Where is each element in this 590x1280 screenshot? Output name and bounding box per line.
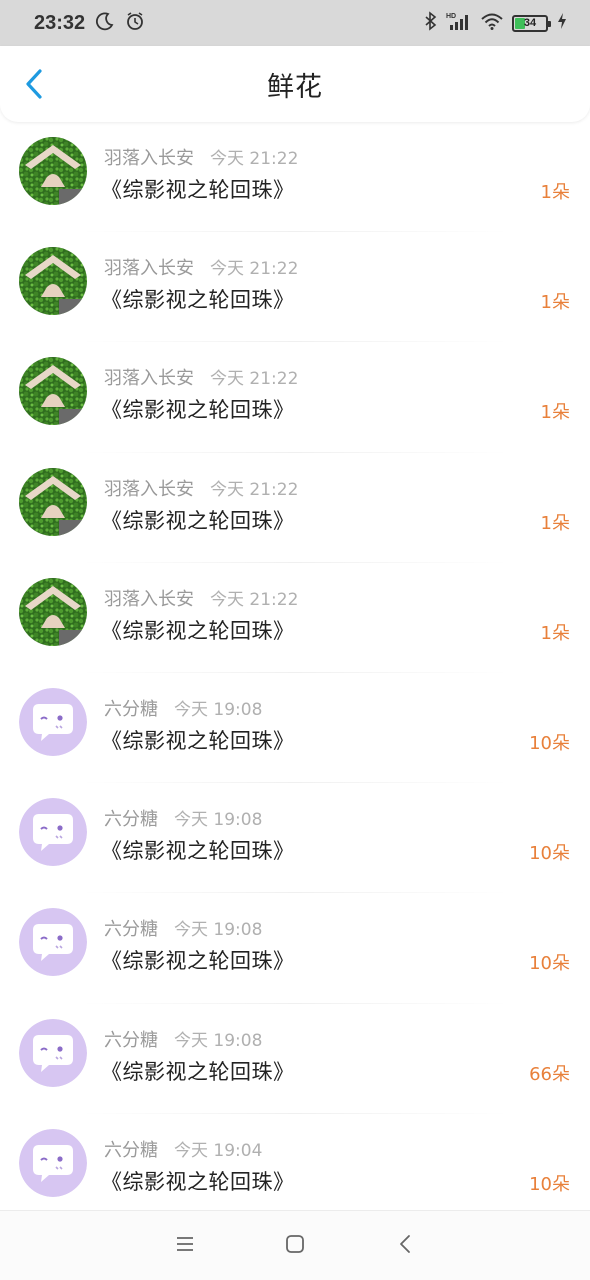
- home-icon: [285, 1234, 305, 1258]
- back-button[interactable]: [14, 66, 54, 106]
- sender-name: 羽落入长安: [104, 258, 194, 280]
- status-bar: 23:32 HD 34: [0, 0, 590, 46]
- send-time: 今天 21:22: [210, 369, 299, 390]
- home-button[interactable]: [275, 1226, 315, 1266]
- send-time: 今天 19:08: [174, 920, 263, 941]
- bluetooth-icon: [424, 11, 438, 35]
- moon-icon: [95, 11, 115, 35]
- book-title: 《综影视之轮回珠》: [101, 618, 295, 643]
- flower-count: 1朵: [540, 622, 570, 644]
- sender-name: 六分糖: [104, 1139, 158, 1161]
- battery-icon: 34: [512, 14, 551, 32]
- avatar[interactable]: [19, 908, 87, 977]
- battery-level: 34: [523, 17, 537, 29]
- list-item[interactable]: 羽落入长安 今天 21:22 《综影视之轮回珠》 1朵: [0, 453, 590, 563]
- send-time: 今天 19:04: [174, 1140, 263, 1161]
- send-time: 今天 19:08: [174, 1030, 263, 1051]
- list-item[interactable]: 六分糖 今天 19:04 《综影视之轮回珠》 10朵: [0, 1114, 590, 1225]
- list-item[interactable]: 六分糖 今天 19:08 《综影视之轮回珠》 10朵: [0, 783, 590, 894]
- flower-count: 10朵: [529, 843, 570, 865]
- avatar[interactable]: [19, 357, 87, 426]
- sender-name: 羽落入长安: [104, 368, 194, 390]
- flower-count: 10朵: [529, 953, 570, 975]
- send-time: 今天 21:22: [210, 589, 299, 610]
- system-nav-bar: [0, 1210, 590, 1280]
- avatar[interactable]: [19, 247, 87, 316]
- book-title: 《综影视之轮回珠》: [101, 508, 295, 533]
- sender-name: 羽落入长安: [104, 588, 194, 610]
- back-icon: [398, 1233, 412, 1259]
- flower-count: 1朵: [540, 292, 570, 314]
- avatar[interactable]: [19, 1128, 87, 1197]
- avatar[interactable]: [19, 798, 87, 867]
- sender-name: 六分糖: [104, 809, 158, 831]
- page-title: 鲜花: [267, 71, 323, 103]
- header: 鲜花: [0, 46, 590, 122]
- list-item[interactable]: 羽落入长安 今天 21:22 《综影视之轮回珠》 1朵: [0, 122, 590, 233]
- list-item[interactable]: 羽落入长安 今天 21:22 《综影视之轮回珠》 1朵: [0, 232, 590, 343]
- list-item[interactable]: 羽落入长安 今天 21:22 《综影视之轮回珠》 1朵: [0, 563, 590, 674]
- menu-icon: [175, 1235, 195, 1257]
- book-title: 《综影视之轮回珠》: [101, 839, 295, 864]
- flower-count: 10朵: [529, 1173, 570, 1195]
- send-time: 今天 21:22: [210, 479, 299, 500]
- book-title: 《综影视之轮回珠》: [101, 949, 295, 974]
- flower-count: 66朵: [529, 1063, 570, 1085]
- status-time: 23:32: [34, 11, 86, 34]
- avatar[interactable]: [19, 467, 87, 536]
- avatar[interactable]: [19, 577, 87, 646]
- signal-icon: HD: [446, 11, 472, 35]
- list-item[interactable]: 羽落入长安 今天 21:22 《综影视之轮回珠》 1朵: [0, 342, 590, 453]
- sender-name: 六分糖: [104, 698, 158, 720]
- avatar[interactable]: [19, 687, 87, 756]
- flower-record-list: 羽落入长安 今天 21:22 《综影视之轮回珠》 1朵 羽落入长安 今天 21:…: [0, 122, 590, 1225]
- nav-back-button[interactable]: [385, 1226, 425, 1266]
- avatar[interactable]: [19, 1018, 87, 1087]
- flower-count: 1朵: [540, 512, 570, 534]
- sender-name: 六分糖: [104, 919, 158, 941]
- book-title: 《综影视之轮回珠》: [101, 728, 295, 753]
- send-time: 今天 21:22: [210, 259, 299, 280]
- flower-count: 10朵: [529, 732, 570, 754]
- svg-text:HD: HD: [446, 13, 456, 20]
- send-time: 今天 19:08: [174, 699, 263, 720]
- book-title: 《综影视之轮回珠》: [101, 288, 295, 313]
- book-title: 《综影视之轮回珠》: [101, 178, 295, 202]
- charging-icon: [556, 11, 568, 35]
- flower-count: 1朵: [540, 402, 570, 424]
- avatar[interactable]: [19, 137, 87, 205]
- list-item[interactable]: 六分糖 今天 19:08 《综影视之轮回珠》 10朵: [0, 673, 590, 784]
- book-title: 《综影视之轮回珠》: [101, 1169, 295, 1194]
- send-time: 今天 21:22: [210, 149, 299, 169]
- alarm-icon: [125, 11, 145, 35]
- wifi-icon: [480, 11, 504, 35]
- menu-button[interactable]: [165, 1226, 205, 1266]
- book-title: 《综影视之轮回珠》: [101, 1059, 295, 1084]
- list-item[interactable]: 六分糖 今天 19:08 《综影视之轮回珠》 10朵: [0, 893, 590, 1004]
- list-item[interactable]: 六分糖 今天 19:08 《综影视之轮回珠》 66朵: [0, 1004, 590, 1114]
- send-time: 今天 19:08: [174, 810, 263, 831]
- sender-name: 羽落入长安: [104, 148, 194, 169]
- flower-count: 1朵: [540, 182, 570, 203]
- sender-name: 羽落入长安: [104, 478, 194, 500]
- sender-name: 六分糖: [104, 1029, 158, 1051]
- chevron-left-icon: [23, 68, 45, 104]
- book-title: 《综影视之轮回珠》: [101, 398, 295, 423]
